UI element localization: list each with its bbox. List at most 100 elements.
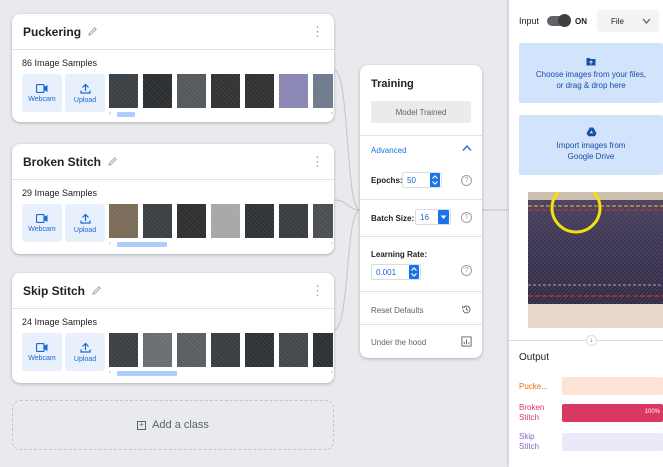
sample-count: 86 Image Samples [22,58,98,68]
output-title: Output [519,352,550,363]
thumbnail-scrollbar[interactable]: ‹ › [109,370,333,377]
batch-size-select[interactable]: 16 [415,209,451,225]
sample-thumbnail[interactable] [211,333,240,367]
folder-upload-icon [586,58,596,66]
epochs-stepper[interactable] [430,173,440,187]
scroll-thumb[interactable] [117,371,177,376]
scroll-thumb[interactable] [117,112,135,117]
sample-thumbnail[interactable] [313,333,333,367]
source-select[interactable]: File [597,10,659,32]
class-name[interactable]: Puckering [23,25,81,39]
class-card-broken-stitch: Broken Stitch ⋮ 29 Image Samples Webcam … [12,144,334,254]
chart-icon[interactable] [461,336,472,347]
sample-thumbnail[interactable] [177,333,206,367]
help-icon[interactable]: ? [461,265,472,276]
chevron-up-icon[interactable] [462,144,472,152]
training-title: Training [371,78,414,90]
scroll-right-icon[interactable]: › [331,111,333,117]
sample-thumbnails[interactable]: ‹ › [109,74,333,120]
learning-rate-input[interactable]: 0.001 [371,264,421,280]
sample-thumbnail[interactable] [109,333,138,367]
epochs-input[interactable]: 50 [402,172,442,188]
divider [360,135,482,136]
upload-button[interactable]: Upload [65,333,105,371]
scroll-left-icon[interactable]: ‹ [109,111,111,117]
under-the-hood-button[interactable]: Under the hood [371,338,426,347]
scroll-thumb[interactable] [117,242,167,247]
upload-button[interactable]: Upload [65,204,105,242]
sample-thumbnail[interactable] [279,74,308,108]
advanced-toggle[interactable]: Advanced [371,146,407,155]
sample-thumbnail[interactable] [143,74,172,108]
thumbnail-scrollbar[interactable]: ‹ › [109,241,333,248]
stepper-arrows-icon [411,267,417,277]
sample-row: Webcam Upload ‹ › [12,333,334,379]
class-header: Broken Stitch ⋮ [12,144,334,180]
class-header: Skip Stitch ⋮ [12,273,334,309]
scroll-left-icon[interactable]: ‹ [109,241,111,247]
webcam-icon [36,342,48,352]
pencil-icon[interactable] [107,156,118,167]
more-options-icon[interactable]: ⋮ [311,155,324,168]
webcam-button[interactable]: Webcam [22,74,62,112]
confidence-value: 100% [644,409,660,415]
model-trained-button[interactable]: Model Trained [371,101,471,123]
class-name[interactable]: Skip Stitch [23,284,85,298]
output-label-puckering: Pucke... [519,382,548,391]
chevron-down-icon [642,18,651,24]
sample-thumbnail[interactable] [143,333,172,367]
class-header: Puckering ⋮ [12,14,334,50]
add-class-button[interactable]: + Add a class [12,400,334,450]
scroll-right-icon[interactable]: › [331,241,333,247]
sample-thumbnail[interactable] [245,204,274,238]
help-icon[interactable]: ? [461,212,472,223]
sample-thumbnail[interactable] [143,204,172,238]
batch-size-label: Batch Size: [371,214,415,223]
sample-thumbnail[interactable] [211,204,240,238]
preview-panel: Input ON File Choose images from your fi… [509,0,663,467]
sample-thumbnail[interactable] [279,204,308,238]
reset-defaults-button[interactable]: Reset Defaults [371,306,423,315]
file-drop-zone[interactable]: Choose images from your files, or drag &… [519,43,663,103]
add-class-label: Add a class [152,419,209,431]
batch-size-dropdown[interactable] [438,210,449,224]
more-options-icon[interactable]: ⋮ [311,284,324,297]
upload-icon [79,213,91,224]
thumbnail-scrollbar[interactable]: ‹ › [109,111,333,118]
input-toggle[interactable] [547,14,571,27]
class-name[interactable]: Broken Stitch [23,155,101,169]
sample-thumbnail[interactable] [313,74,333,108]
toggle-knob [558,14,571,27]
sample-thumbnail[interactable] [109,74,138,108]
learning-rate-stepper[interactable] [409,265,419,279]
sample-thumbnail[interactable] [313,204,333,238]
pencil-icon[interactable] [87,26,98,37]
output-label-skip-stitch: Skip Stitch [519,432,540,451]
history-icon[interactable] [461,304,472,315]
sample-thumbnails[interactable]: ‹ › [109,204,333,250]
output-label-broken-stitch: Broken Stitch [519,403,545,422]
sample-thumbnail[interactable] [279,333,308,367]
webcam-button[interactable]: Webcam [22,204,62,242]
sample-thumbnail[interactable] [211,74,240,108]
sample-thumbnails[interactable]: ‹ › [109,333,333,379]
help-icon[interactable]: ? [461,175,472,186]
webcam-icon [36,213,48,223]
learning-rate-label: Learning Rate: [371,250,428,259]
more-options-icon[interactable]: ⋮ [311,25,324,38]
sample-thumbnail[interactable] [177,74,206,108]
sample-row: Webcam Upload ‹ › [12,74,334,120]
scroll-right-icon[interactable]: › [331,370,333,376]
sample-thumbnail[interactable] [177,204,206,238]
sample-thumbnail[interactable] [245,333,274,367]
scroll-left-icon[interactable]: ‹ [109,370,111,376]
toggle-state: ON [575,17,587,26]
upload-button[interactable]: Upload [65,74,105,112]
stepper-arrows-icon [432,175,438,185]
webcam-icon [36,83,48,93]
webcam-button[interactable]: Webcam [22,333,62,371]
sample-thumbnail[interactable] [109,204,138,238]
google-drive-import[interactable]: Import images from Google Drive [519,115,663,175]
sample-thumbnail[interactable] [245,74,274,108]
pencil-icon[interactable] [91,285,102,296]
